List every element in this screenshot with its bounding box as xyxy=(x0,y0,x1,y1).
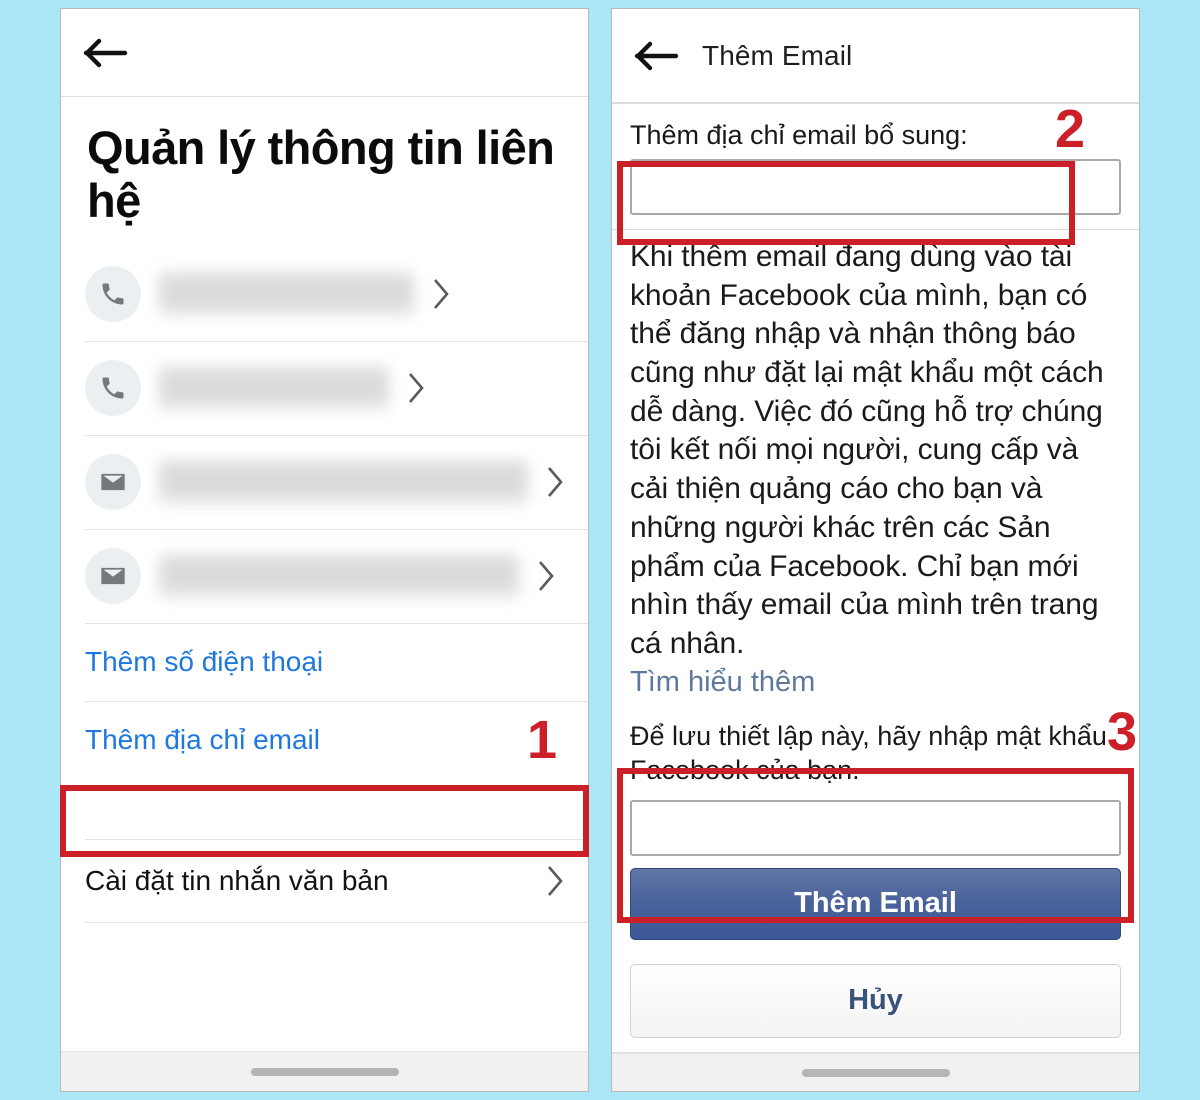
email-field-card: Thêm địa chỉ email bổ sung: xyxy=(612,103,1139,230)
contact-row[interactable] xyxy=(61,435,588,530)
home-indicator-bar xyxy=(61,1051,588,1091)
back-arrow-icon[interactable] xyxy=(83,36,129,70)
sms-settings-row[interactable]: Cài đặt tin nhắn văn bản xyxy=(61,839,588,924)
home-indicator[interactable] xyxy=(250,1067,399,1076)
cancel-button[interactable]: Hủy xyxy=(630,963,1121,1038)
phone-icon xyxy=(85,360,141,417)
redacted-phone-number xyxy=(159,272,414,317)
chevron-right-icon xyxy=(544,464,566,500)
page-title: Quản lý thông tin liên hệ xyxy=(87,121,555,228)
nav-title: Thêm Email xyxy=(702,39,853,71)
password-submit-card: Thêm Email xyxy=(612,793,1139,954)
phone-icon xyxy=(85,266,141,323)
home-indicator[interactable] xyxy=(801,1069,950,1078)
password-input[interactable] xyxy=(630,799,1121,856)
contact-list xyxy=(61,247,588,624)
add-email-link[interactable]: Thêm địa chỉ email xyxy=(61,701,588,779)
contact-row[interactable] xyxy=(61,341,588,436)
back-arrow-icon[interactable] xyxy=(634,39,680,73)
chevron-right-icon xyxy=(535,558,557,594)
add-email-submit-button[interactable]: Thêm Email xyxy=(630,867,1121,940)
left-empty-space xyxy=(61,923,588,1051)
email-field-label: Thêm địa chỉ email bổ sung: xyxy=(630,120,968,150)
cancel-card: Hủy xyxy=(612,953,1139,1053)
envelope-icon xyxy=(85,454,141,511)
sms-settings-label: Cài đặt tin nhắn văn bản xyxy=(85,865,389,897)
email-input[interactable] xyxy=(630,159,1121,215)
section-gap xyxy=(61,779,588,840)
chevron-right-icon xyxy=(405,370,427,406)
add-email-screen: Thêm Email Thêm địa chỉ email bổ sung: K… xyxy=(611,8,1140,1092)
envelope-icon xyxy=(85,548,141,605)
redacted-email-address xyxy=(159,554,519,599)
contact-row[interactable] xyxy=(61,529,588,624)
chevron-right-icon xyxy=(430,276,452,312)
redacted-phone-number xyxy=(159,366,389,411)
password-note: Để lưu thiết lập này, hãy nhập mật khẩu … xyxy=(630,720,1107,786)
add-phone-link[interactable]: Thêm số điện thoại xyxy=(61,623,588,701)
left-navbar xyxy=(61,9,588,97)
right-navbar: Thêm Email xyxy=(612,9,1139,103)
home-indicator-bar xyxy=(612,1052,1139,1091)
redacted-email-address xyxy=(159,460,528,505)
contact-row[interactable] xyxy=(61,247,588,342)
chevron-right-icon xyxy=(544,863,566,899)
learn-more-link[interactable]: Tìm hiểu thêm xyxy=(612,664,1139,699)
contact-info-screen: Quản lý thông tin liên hệ Thêm số điện t… xyxy=(60,8,589,1092)
description-text: Khi thêm email đang dùng vào tài khoản F… xyxy=(630,240,1104,660)
